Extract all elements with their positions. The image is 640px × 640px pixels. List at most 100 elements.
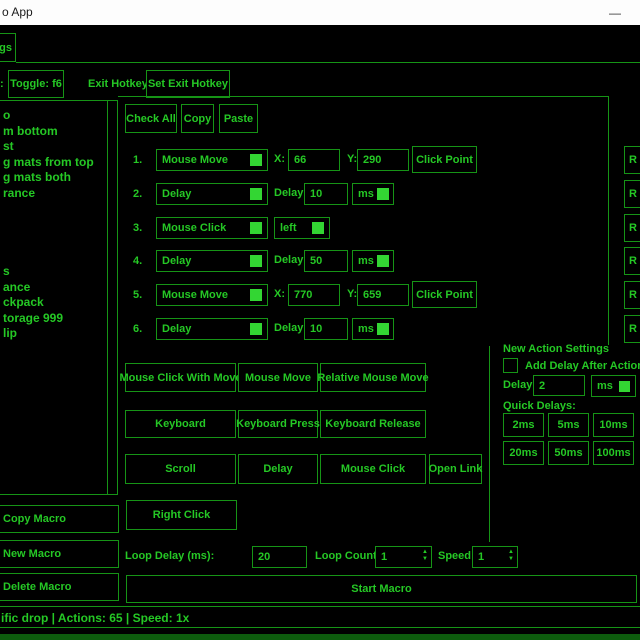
remove-action-button[interactable]: R bbox=[624, 214, 640, 242]
quick-delays-label: Quick Delays: bbox=[503, 400, 576, 412]
remove-action-button[interactable]: R bbox=[624, 180, 640, 208]
y-label: Y: bbox=[347, 153, 357, 165]
y-coordinate-input[interactable]: 659 bbox=[357, 284, 409, 306]
paste-button[interactable]: Paste bbox=[219, 104, 258, 133]
macro-list-item[interactable]: m bottom bbox=[3, 124, 58, 138]
dropdown-indicator-square-icon bbox=[250, 289, 262, 301]
quick-delay-button[interactable]: 2ms bbox=[503, 413, 544, 437]
loop-count-stepper[interactable]: 1 ▲▼ bbox=[375, 546, 432, 568]
delay-value-input[interactable]: 10 bbox=[304, 318, 348, 340]
start-macro-button[interactable]: Start Macro bbox=[126, 575, 637, 603]
keyboard-release-button[interactable]: Keyboard Release bbox=[320, 410, 426, 438]
loop-count-label: Loop Count: bbox=[315, 550, 380, 562]
loop-delay-input[interactable]: 20 bbox=[252, 546, 307, 568]
dropdown-indicator-square-icon bbox=[377, 323, 389, 335]
action-index: 2. bbox=[133, 180, 142, 208]
spinner-up-icon[interactable]: ▲ bbox=[422, 549, 428, 556]
spinner-up-icon[interactable]: ▲ bbox=[508, 549, 514, 556]
action-type-dropdown[interactable]: Delay bbox=[156, 250, 268, 272]
spinner-down-icon[interactable]: ▼ bbox=[508, 556, 514, 563]
remove-action-button[interactable]: R bbox=[624, 146, 640, 174]
remove-action-button[interactable]: R bbox=[624, 247, 640, 275]
mouse-button-value: left bbox=[280, 222, 297, 234]
delete-macro-button[interactable]: Delete Macro bbox=[0, 573, 119, 601]
action-row: 3. Mouse Click left R bbox=[0, 214, 640, 242]
remove-action-button[interactable]: R bbox=[624, 281, 640, 309]
action-type-dropdown[interactable]: Delay bbox=[156, 183, 268, 205]
tabstrip-border bbox=[16, 62, 640, 63]
action-type-dropdown[interactable]: Mouse Move bbox=[156, 149, 268, 171]
toggle-hotkey-label-fragment: : bbox=[0, 78, 4, 90]
click-point-button[interactable]: Click Point bbox=[412, 281, 477, 308]
mouse-move-button[interactable]: Mouse Move bbox=[238, 363, 318, 392]
toggle-hotkey-button[interactable]: Toggle: f6 bbox=[8, 70, 64, 98]
action-type-dropdown[interactable]: Mouse Click bbox=[156, 217, 268, 239]
set-exit-hotkey-button[interactable]: Set Exit Hotkey bbox=[146, 70, 230, 98]
relative-mouse-move-button[interactable]: Relative Mouse Move bbox=[320, 363, 426, 392]
quick-delay-button[interactable]: 5ms bbox=[548, 413, 589, 437]
action-type-dropdown[interactable]: Delay bbox=[156, 318, 268, 340]
action-index: 3. bbox=[133, 214, 142, 242]
x-coordinate-input[interactable]: 66 bbox=[288, 149, 340, 171]
delay-label: Delay bbox=[274, 187, 303, 199]
delay-unit-dropdown[interactable]: ms bbox=[352, 318, 394, 340]
tab-settings[interactable]: gs bbox=[0, 33, 16, 62]
new-macro-button[interactable]: New Macro bbox=[0, 540, 119, 568]
new-action-settings-title: New Action Settings bbox=[503, 343, 609, 355]
action-row: 5.Mouse MoveX:770Y:659Click PointR bbox=[0, 281, 640, 309]
delay-button[interactable]: Delay bbox=[238, 454, 318, 484]
quick-delay-button[interactable]: 20ms bbox=[503, 441, 544, 465]
delay-unit-dropdown[interactable]: ms bbox=[352, 183, 394, 205]
quick-delay-button[interactable]: 100ms bbox=[593, 441, 634, 465]
action-type-dropdown[interactable]: Mouse Move bbox=[156, 284, 268, 306]
action-index: 4. bbox=[133, 247, 142, 275]
mouse-click-button[interactable]: Mouse Click bbox=[320, 454, 426, 484]
right-click-button[interactable]: Right Click bbox=[126, 500, 237, 530]
keyboard-button[interactable]: Keyboard bbox=[125, 410, 236, 438]
remove-action-button[interactable]: R bbox=[624, 315, 640, 343]
delay-label: Delay bbox=[274, 254, 303, 266]
mouse-button-dropdown[interactable]: left bbox=[274, 217, 330, 239]
status-text: ific drop | Actions: 65 | Speed: 1x bbox=[1, 611, 189, 625]
action-row: 4.DelayDelay50msR bbox=[0, 247, 640, 275]
add-delay-after-action-checkbox[interactable] bbox=[503, 358, 518, 373]
quick-delays-group: 2ms5ms10ms 20ms50ms100ms bbox=[503, 413, 640, 465]
dropdown-indicator-square-icon bbox=[250, 188, 262, 200]
y-label: Y: bbox=[347, 288, 357, 300]
y-coordinate-input[interactable]: 290 bbox=[357, 149, 409, 171]
dropdown-indicator-square-icon bbox=[250, 255, 262, 267]
copy-button[interactable]: Copy bbox=[181, 104, 214, 133]
tab-label: gs bbox=[0, 42, 12, 54]
action-index: 6. bbox=[133, 315, 142, 343]
speed-value: 1 bbox=[478, 551, 484, 563]
quick-delay-button[interactable]: 50ms bbox=[548, 441, 589, 465]
settings-delay-input[interactable]: 2 bbox=[533, 375, 585, 396]
spinner-down-icon[interactable]: ▼ bbox=[422, 556, 428, 563]
add-delay-after-action-label: Add Delay After Action bbox=[525, 360, 640, 372]
mouse-click-with-move-button[interactable]: Mouse Click With Move bbox=[125, 363, 236, 392]
minimize-button[interactable]: — bbox=[600, 0, 630, 25]
delay-value-input[interactable]: 50 bbox=[304, 250, 348, 272]
exit-hotkey-label: Exit Hotkey: bbox=[88, 78, 152, 90]
action-type-value: Mouse Move bbox=[162, 154, 228, 166]
click-point-button[interactable]: Click Point bbox=[412, 146, 477, 173]
check-all-button[interactable]: Check All bbox=[125, 104, 177, 133]
speed-label: Speed: bbox=[438, 550, 475, 562]
scroll-button[interactable]: Scroll bbox=[125, 454, 236, 484]
settings-delay-unit-dropdown[interactable]: ms bbox=[591, 375, 636, 397]
keyboard-press-button[interactable]: Keyboard Press bbox=[238, 410, 318, 438]
x-coordinate-input[interactable]: 770 bbox=[288, 284, 340, 306]
macro-list-item[interactable]: o bbox=[3, 108, 10, 122]
open-link-button[interactable]: Open Link bbox=[429, 454, 482, 484]
status-bar: ific drop | Actions: 65 | Speed: 1x bbox=[0, 606, 640, 628]
action-row: 1.Mouse MoveX:66Y:290Click PointR bbox=[0, 146, 640, 174]
speed-stepper[interactable]: 1 ▲▼ bbox=[472, 546, 518, 568]
quick-delay-button[interactable]: 10ms bbox=[593, 413, 634, 437]
delay-value-input[interactable]: 10 bbox=[304, 183, 348, 205]
copy-macro-button[interactable]: Copy Macro bbox=[0, 505, 119, 533]
delay-unit-dropdown[interactable]: ms bbox=[352, 250, 394, 272]
actions-panel-top-border bbox=[118, 96, 608, 97]
dropdown-indicator-square-icon bbox=[312, 222, 324, 234]
window-title: o App bbox=[2, 5, 33, 19]
bottom-band bbox=[0, 634, 640, 640]
